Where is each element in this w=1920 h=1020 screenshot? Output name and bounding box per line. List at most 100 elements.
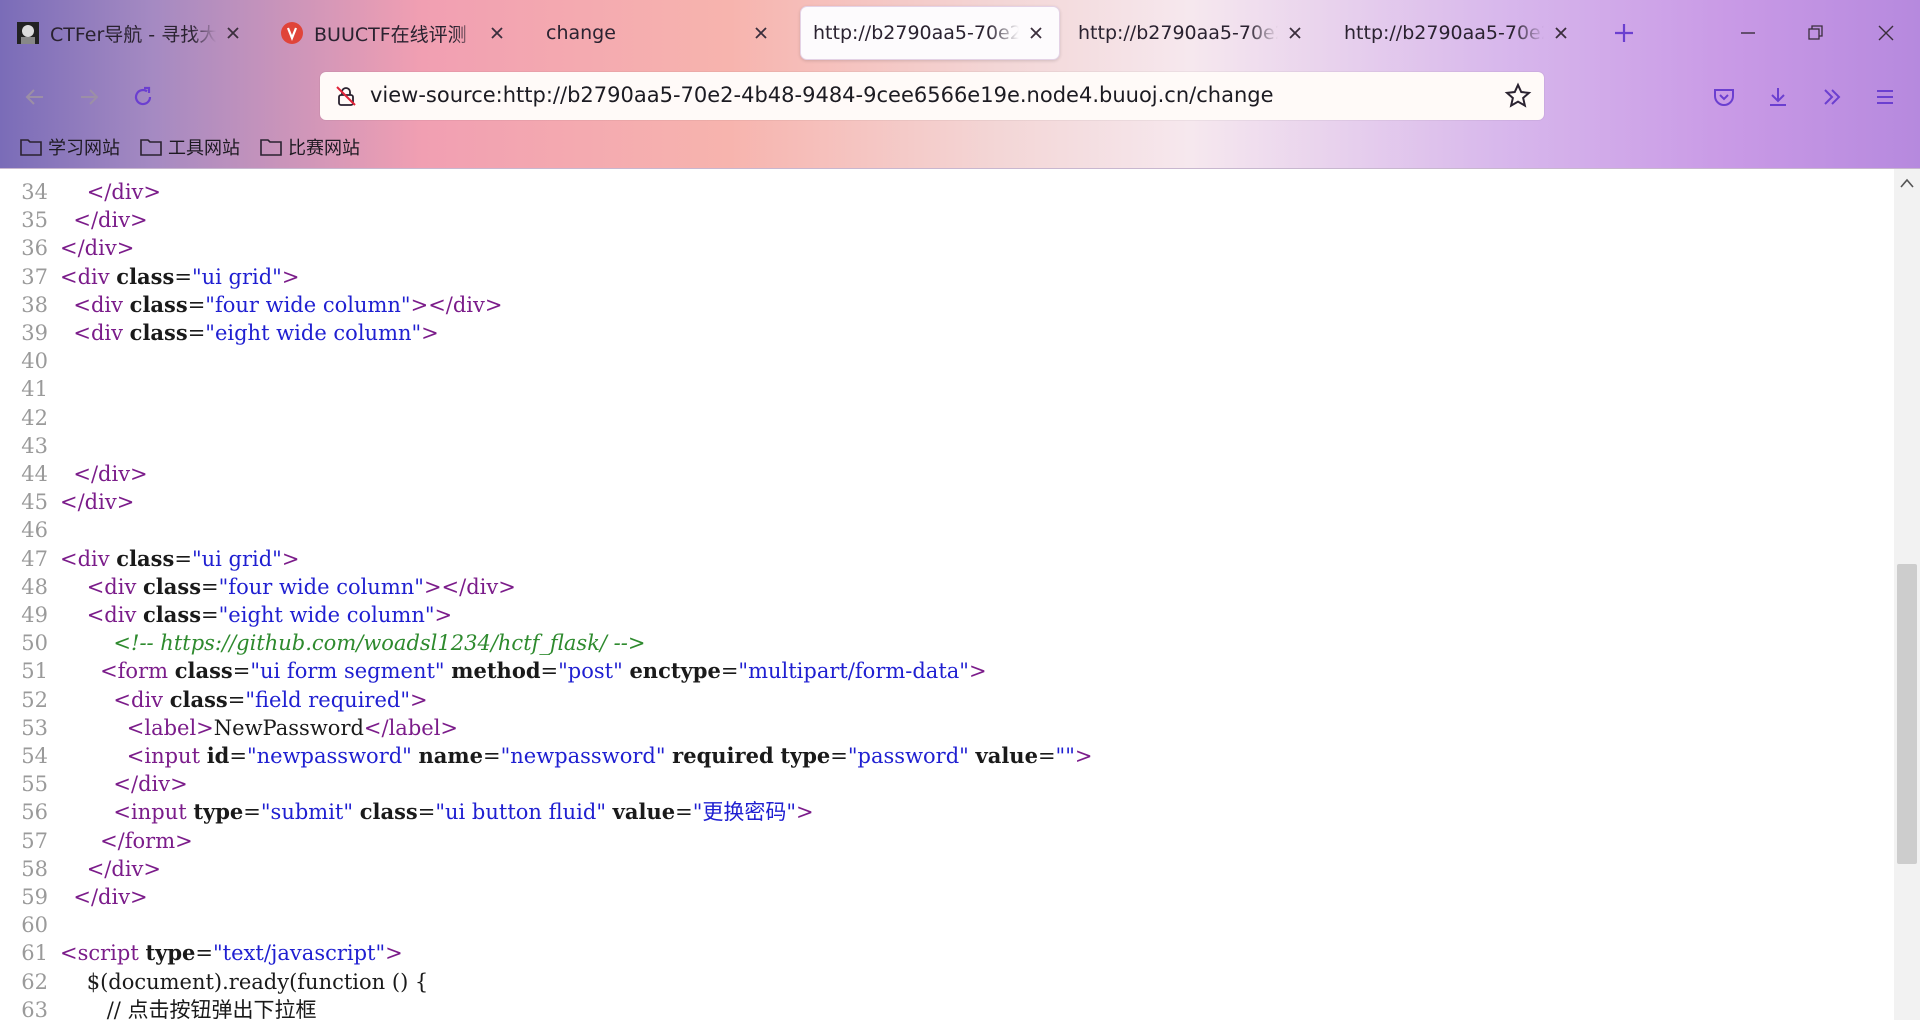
source-line: 58 </div> [0, 855, 161, 883]
token-attr: value [612, 799, 676, 825]
token-attr: value [975, 743, 1038, 768]
token-txt: = [720, 659, 739, 684]
line-number: 35 [21, 208, 48, 233]
line-number: 49 [21, 603, 48, 627]
token-val: "更换密码" [692, 800, 797, 825]
close-window-button[interactable] [1862, 10, 1910, 56]
token-val: "newpassword" [500, 744, 666, 768]
token-tag: > [796, 800, 814, 825]
token-val: "text/javascript" [213, 941, 386, 966]
line-code: <div class="ui grid"> [60, 264, 299, 289]
line-number: 48 [21, 574, 48, 599]
token-tag: </div> [86, 180, 161, 204]
tab-change[interactable]: change [532, 6, 784, 60]
line-number: 51 [21, 659, 48, 684]
token-txt: = [483, 744, 501, 768]
tab-buuctf[interactable]: BUUCTF在线评测 [268, 6, 520, 60]
folder-icon [20, 139, 42, 156]
downloads-button[interactable] [1759, 78, 1797, 116]
token-attr: class [359, 799, 418, 825]
tab-active-view-source[interactable]: http://b2790aa5-70e2-4b48 [800, 6, 1060, 60]
bookmark-folder[interactable]: 学习网站 [20, 132, 120, 162]
back-button[interactable] [16, 78, 54, 116]
reload-button[interactable] [124, 78, 162, 116]
line-number: 40 [21, 349, 48, 374]
token-attr: class [129, 320, 188, 345]
line-number: 52 [21, 687, 48, 712]
token-txt: = [174, 264, 192, 289]
arrow-right-icon [81, 89, 99, 105]
close-icon[interactable] [1284, 22, 1306, 44]
token-txt: = [540, 659, 559, 684]
pocket-button[interactable] [1705, 78, 1743, 116]
menu-button[interactable] [1866, 78, 1904, 116]
token-txt: = [187, 292, 206, 317]
line-code: </div> [60, 462, 147, 486]
minimize-button[interactable] [1724, 10, 1772, 56]
token-tag: ></div> [423, 574, 516, 599]
token-tag: <div [113, 687, 170, 712]
source-line: 48 <div class="four wide column"></div> [0, 573, 516, 601]
tab-title: CTFer导航 - 寻找大佬 [50, 23, 216, 46]
new-tab-button[interactable] [1600, 10, 1648, 56]
line-code: </div> [60, 772, 187, 796]
overflow-button[interactable] [1813, 78, 1851, 116]
token-tag: <div [73, 321, 130, 345]
line-number: 56 [21, 800, 48, 825]
scroll-up-button[interactable] [1894, 172, 1920, 194]
bookmark-folder[interactable]: 工具网站 [140, 132, 240, 162]
token-attr: class [143, 573, 202, 599]
close-icon[interactable] [222, 22, 244, 44]
token-tag: </form> [100, 828, 193, 853]
tab-url-3[interactable]: http://b2790aa5-70e2-4b48 [1332, 6, 1584, 60]
close-icon[interactable] [1025, 22, 1047, 44]
token-val: "post" [558, 659, 623, 684]
token-val: "password" [847, 744, 969, 768]
token-txt: = [174, 546, 192, 571]
tab-ctfer[interactable]: CTFer导航 - 寻找大佬 [4, 6, 256, 60]
star-icon[interactable] [1504, 82, 1532, 110]
token-attr: required [672, 743, 774, 768]
source-line: 45 </div> [0, 488, 134, 516]
source-line: 43 [0, 432, 60, 460]
line-code: <input type="submit" class="ui button fl… [60, 799, 814, 825]
token-tag: </div> [86, 856, 161, 881]
scrollbar-thumb[interactable] [1897, 564, 1917, 864]
close-icon[interactable] [1550, 22, 1572, 44]
tab-title: BUUCTF在线评测 [314, 23, 467, 46]
tab-url-2[interactable]: http://b2790aa5-70e2-4b48 [1066, 6, 1318, 60]
token-tag: <input [113, 800, 194, 825]
insecure-lock-icon[interactable] [334, 84, 358, 108]
token-txt: = [201, 574, 219, 599]
url-text[interactable]: view-source:http://b2790aa5-70e2-4b48-94… [370, 83, 1274, 107]
token-tag: > [1074, 744, 1093, 768]
token-txt: NewPassword [213, 715, 364, 740]
forward-button[interactable] [70, 78, 108, 116]
source-line: 36 </div> [0, 234, 134, 262]
line-code: </div> [60, 208, 147, 232]
token-attr: enctype [629, 658, 721, 684]
line-number: 36 [21, 236, 48, 261]
folder-icon [140, 139, 162, 156]
address-bar[interactable]: view-source:http://b2790aa5-70e2-4b48-94… [320, 72, 1544, 120]
token-tag: <script [60, 941, 146, 966]
bookmark-folder[interactable]: 比赛网站 [260, 132, 360, 162]
source-line: 34 </div> [0, 178, 161, 206]
token-val: "ui button fluid" [435, 800, 606, 825]
token-tag: ></div> [410, 292, 503, 317]
restore-button[interactable] [1792, 10, 1840, 56]
close-icon[interactable] [486, 22, 508, 44]
token-attr: type [145, 940, 196, 966]
source-line: 46 [0, 516, 60, 544]
line-number: 37 [21, 264, 48, 289]
line-number: 41 [21, 377, 48, 402]
close-icon[interactable] [750, 22, 772, 44]
token-tag: <input [126, 744, 207, 768]
token-val: "submit" [260, 800, 354, 825]
line-number: 57 [21, 828, 48, 853]
